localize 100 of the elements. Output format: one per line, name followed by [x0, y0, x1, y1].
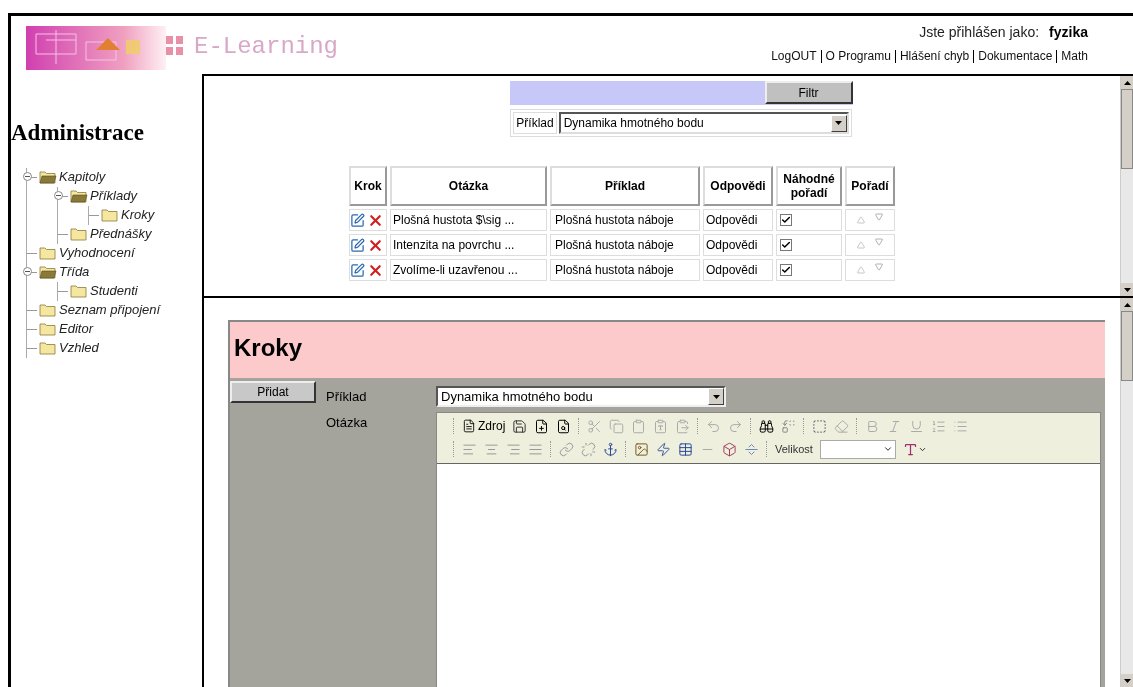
source-icon: [462, 419, 476, 433]
paste-word-icon[interactable]: [675, 418, 691, 434]
scroll-down-icon[interactable]: [1123, 287, 1131, 292]
tree-item[interactable]: Vzhled: [59, 338, 99, 358]
tree-item[interactable]: Kroky: [121, 205, 155, 225]
justify-icon[interactable]: [528, 441, 543, 457]
folder-icon: [39, 341, 57, 355]
table-cell: Odpovědi: [703, 259, 773, 281]
move-up-icon[interactable]: [857, 266, 865, 274]
align-center-icon[interactable]: [484, 441, 499, 457]
copy-icon[interactable]: [609, 418, 625, 434]
move-down-icon[interactable]: [875, 238, 883, 246]
link-icon[interactable]: [559, 441, 574, 457]
scroll-up-icon[interactable]: [1123, 302, 1131, 307]
move-up-icon[interactable]: [857, 241, 865, 249]
checkbox[interactable]: [780, 214, 792, 226]
text-color-button[interactable]: [902, 441, 927, 457]
app-title: E-Learning: [194, 32, 339, 62]
field-label: Příklad: [326, 388, 368, 406]
column-header: Krok: [349, 166, 387, 206]
folder-icon: [101, 208, 119, 222]
undo-icon[interactable]: [706, 418, 722, 434]
sidebar-title: Administrace: [11, 119, 145, 147]
column-header: Odpovědi: [703, 166, 773, 206]
underline-icon[interactable]: [909, 418, 925, 434]
scroll-down-icon[interactable]: [1123, 678, 1131, 683]
table-cell: Plošná hustota $\sig ...: [390, 209, 547, 231]
table-cell: Plošná hustota náboje: [550, 234, 700, 256]
table-cell: Zvolíme-li uzavřenou ...: [390, 259, 547, 281]
move-down-icon[interactable]: [875, 213, 883, 221]
preview-icon[interactable]: [556, 418, 572, 434]
table-cell: Odpovědi: [703, 209, 773, 231]
collapse-toggle[interactable]: [23, 171, 32, 181]
example-select[interactable]: Dynamika hmotného bodu: [558, 112, 849, 134]
checkbox[interactable]: [780, 264, 792, 276]
collapse-toggle[interactable]: [54, 190, 63, 200]
folder-icon: [70, 227, 88, 241]
move-down-icon[interactable]: [875, 263, 883, 271]
edit-icon[interactable]: [350, 212, 365, 228]
section-title: Kroky: [234, 333, 303, 363]
select-all-icon[interactable]: [812, 418, 828, 434]
edit-icon[interactable]: [350, 237, 365, 253]
scroll-thumb[interactable]: [1121, 311, 1133, 381]
collapse-toggle[interactable]: [23, 266, 32, 276]
replace-icon[interactable]: [781, 418, 797, 434]
folder-icon: [39, 246, 57, 260]
nav-link[interactable]: Hlášení chyb: [899, 47, 970, 65]
find-icon[interactable]: [759, 418, 775, 434]
table-cell: Plošná hustota náboje: [550, 209, 700, 231]
filter-button[interactable]: Filtr: [764, 81, 853, 104]
move-up-icon[interactable]: [857, 216, 865, 224]
scrollbar[interactable]: [1120, 76, 1133, 296]
numbered-list-icon[interactable]: [931, 418, 947, 434]
table-icon[interactable]: [678, 441, 693, 457]
table-cell: Intenzita na povrchu ...: [390, 234, 547, 256]
italic-icon[interactable]: [887, 418, 903, 434]
table-cell: Odpovědi: [703, 234, 773, 256]
scroll-up-icon[interactable]: [1123, 80, 1131, 85]
image-icon[interactable]: [634, 441, 649, 457]
nav-link[interactable]: LogOUT: [771, 47, 817, 65]
size-label: Velikost: [775, 441, 813, 457]
example-select[interactable]: Dynamika hmotného bodu: [436, 386, 726, 407]
tree-item[interactable]: Příklady: [90, 186, 137, 206]
add-button[interactable]: Přidat: [230, 381, 316, 403]
flash-icon[interactable]: [656, 441, 671, 457]
redo-icon[interactable]: [728, 418, 744, 434]
tree-item[interactable]: Třída: [59, 262, 90, 282]
source-button[interactable]: Zdroj: [462, 417, 506, 435]
unlink-icon[interactable]: [581, 441, 596, 457]
new-page-icon[interactable]: [534, 418, 550, 434]
tree-item[interactable]: Studenti: [90, 281, 138, 301]
align-left-icon[interactable]: [462, 441, 477, 457]
open-folder-icon: [39, 265, 57, 279]
paste-icon[interactable]: [631, 418, 647, 434]
anchor-icon[interactable]: [603, 441, 618, 457]
tree-item[interactable]: Přednášky: [90, 224, 152, 244]
eraser-icon[interactable]: [834, 418, 850, 434]
open-folder-icon: [70, 189, 88, 203]
column-header: Otázka: [390, 166, 547, 206]
cut-icon[interactable]: [587, 418, 603, 434]
folder-icon: [70, 284, 88, 298]
tree-item[interactable]: Kapitoly: [59, 167, 106, 187]
tree-item[interactable]: Editor: [59, 319, 93, 339]
nav-link[interactable]: O Programu: [825, 47, 891, 65]
align-right-icon[interactable]: [506, 441, 521, 457]
bullet-list-icon[interactable]: [953, 418, 969, 434]
column-header: Pořadí: [845, 166, 895, 206]
tree-item[interactable]: Seznam připojení: [59, 300, 161, 320]
folder-icon: [39, 322, 57, 336]
nav-link[interactable]: Dokumentace: [978, 47, 1053, 65]
page-break-icon[interactable]: [744, 441, 759, 457]
tree-item[interactable]: Vyhodnocení: [59, 243, 135, 263]
save-icon[interactable]: [512, 418, 528, 434]
scrollbar[interactable]: [1120, 298, 1133, 687]
checkbox[interactable]: [780, 239, 792, 251]
edit-icon[interactable]: [350, 262, 365, 278]
nav-link[interactable]: Math: [1061, 47, 1088, 65]
scroll-thumb[interactable]: [1121, 89, 1133, 169]
paste-text-icon[interactable]: [653, 418, 669, 434]
box-icon[interactable]: [722, 441, 737, 457]
